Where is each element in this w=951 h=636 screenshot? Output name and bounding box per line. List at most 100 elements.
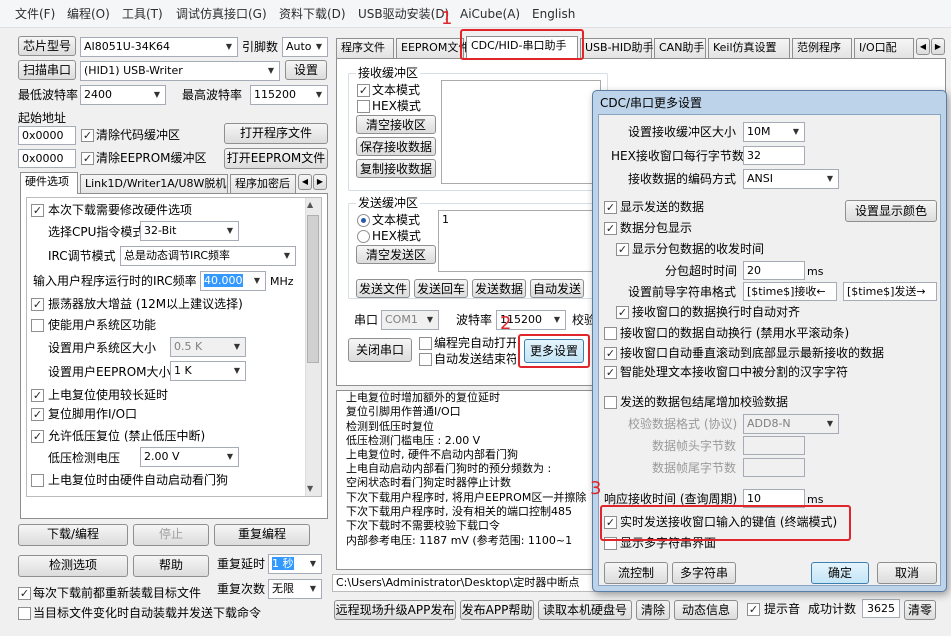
publish-help-button[interactable]: 发布APP帮助 (460, 600, 534, 620)
multi-string-button[interactable]: 多字符串 (672, 562, 736, 584)
scroll-up-icon[interactable]: ▲ (307, 200, 313, 209)
menu-tools[interactable]: 工具(T) (122, 6, 163, 22)
menu-usb-driver[interactable]: USB驱动安装(D) (358, 6, 449, 22)
tab-scroll-left-button[interactable]: ◀ (916, 38, 930, 55)
recv-hex-mode-checkbox[interactable] (357, 100, 370, 113)
tab-keil-sim[interactable]: Keil仿真设置 (708, 38, 790, 58)
tab-scroll-right-button[interactable]: ▶ (931, 38, 945, 55)
packet-timeout-input[interactable]: 20 (743, 261, 805, 280)
menu-aicube[interactable]: AiCube(A) (460, 6, 520, 22)
tab-cdc-hid-assistant[interactable]: CDC/HID-串口助手 (466, 36, 578, 58)
clear-receive-button[interactable]: 清空接收区 (356, 115, 436, 134)
receive-textarea[interactable] (441, 80, 601, 184)
osc-gain-checkbox[interactable]: ✓ (31, 298, 44, 311)
reset-io-checkbox[interactable]: ✓ (31, 408, 44, 421)
hex-bytes-input[interactable]: 32 (743, 146, 805, 165)
open-eeprom-button[interactable]: 打开EEPROM文件 (224, 148, 328, 169)
recv-text-mode-checkbox[interactable]: ✓ (357, 84, 370, 97)
add-checksum-checkbox[interactable] (604, 396, 617, 409)
send-hex-mode-radio[interactable] (357, 230, 370, 243)
read-disk-button[interactable]: 读取本机硬盘号 (538, 600, 632, 620)
show-sent-checkbox[interactable]: ✓ (604, 201, 617, 214)
send-file-button[interactable]: 发送文件 (356, 279, 410, 298)
tab-io-config[interactable]: I/O口配 (854, 38, 914, 58)
tab-scroll-left-button[interactable]: ◀ (298, 174, 312, 190)
cpu-mode-select[interactable]: 32-Bit ▼ (140, 221, 239, 241)
repeat-program-button[interactable]: 重复编程 (214, 524, 310, 546)
irc-freq-select[interactable]: 40.000 ▼ (200, 271, 266, 291)
scroll-down-icon[interactable]: ▼ (307, 484, 313, 493)
clear-code-checkbox[interactable]: ✓ (81, 129, 94, 142)
tab-can[interactable]: CAN助手 (654, 38, 706, 58)
recv-buf-size-select[interactable]: 10M ▼ (743, 122, 805, 142)
encoding-select[interactable]: ANSI ▼ (743, 169, 839, 189)
copy-receive-button[interactable]: 复制接收数据 (356, 159, 436, 178)
low-volt-select[interactable]: 2.00 V ▼ (140, 447, 239, 467)
frame-tail-input[interactable] (743, 458, 805, 477)
chip-model-button[interactable]: 芯片型号 (18, 36, 76, 56)
auto-reload-checkbox[interactable] (18, 607, 31, 620)
scan-port-button[interactable]: 扫描串口 (18, 60, 76, 80)
reload-each-checkbox[interactable]: ✓ (18, 587, 31, 600)
min-baud-select[interactable]: 2400 ▼ (80, 85, 166, 105)
tab-examples[interactable]: 范例程序 (792, 38, 852, 58)
auto-wrap-checkbox[interactable] (604, 327, 617, 340)
auto-scroll-checkbox[interactable]: ✓ (604, 347, 617, 360)
low-volt-reset-checkbox[interactable]: ✓ (31, 430, 44, 443)
auto-send-end-checkbox[interactable] (419, 353, 432, 366)
send-data-button[interactable]: 发送数据 (472, 279, 526, 298)
user-sys-size-select[interactable]: 0.5 K ▼ (170, 337, 246, 357)
tab-program-file[interactable]: 程序文件 (336, 38, 394, 58)
send-textarea[interactable]: 1 (438, 210, 601, 272)
remote-upgrade-button[interactable]: 远程现场升级APP发布 (334, 600, 456, 620)
eeprom-address-input[interactable]: 0x0000 (18, 149, 76, 168)
modify-hw-checkbox[interactable]: ✓ (31, 204, 44, 217)
user-sys-area-checkbox[interactable] (31, 319, 44, 332)
tab-usb-hid[interactable]: USB-HID助手 (580, 38, 654, 58)
checksum-format-select[interactable]: ADD8-N ▼ (743, 414, 839, 434)
serial-port-select[interactable]: COM1 ▼ (381, 310, 439, 330)
stop-button[interactable]: 停止 (133, 524, 209, 546)
menu-file[interactable]: 文件(F) (15, 6, 55, 22)
max-baud-select[interactable]: 115200 ▼ (250, 85, 328, 105)
clear-log-button[interactable]: 清除 (636, 600, 670, 620)
tab-eeprom-file[interactable]: EEPROM文件 (396, 38, 469, 58)
auto-open-checkbox[interactable] (419, 337, 432, 350)
open-program-button[interactable]: 打开程序文件 (224, 123, 328, 144)
prefix-send-input[interactable]: [$time$]发送→ (843, 282, 937, 301)
menu-english[interactable]: English (532, 6, 575, 22)
prefix-receive-input[interactable]: [$time$]接收← (743, 282, 837, 301)
tab-encrypt[interactable]: 程序加密后 (230, 174, 296, 194)
eeprom-size-select[interactable]: 1 K ▼ (170, 361, 246, 381)
port-select[interactable]: (HID1) USB-Writer ▼ (80, 61, 280, 81)
code-address-input[interactable]: 0x0000 (18, 126, 76, 145)
cancel-button[interactable]: 取消 (877, 562, 937, 584)
tab-link1d[interactable]: Link1D/Writer1A/U8W脱机 (80, 174, 228, 194)
recv-line-align-checkbox[interactable]: ✓ (616, 306, 629, 319)
tab-scroll-right-button[interactable]: ▶ (313, 174, 327, 190)
animation-info-button[interactable]: 动态信息 (674, 600, 738, 620)
menu-program[interactable]: 编程(O) (67, 6, 110, 22)
auto-send-button[interactable]: 自动发送 (530, 279, 584, 298)
check-options-button[interactable]: 检测选项 (18, 555, 128, 577)
send-text-mode-radio[interactable] (357, 214, 370, 227)
clear-count-button[interactable]: 清零 (904, 600, 936, 620)
repeat-delay-select[interactable]: 1 秒 ▼ (268, 554, 322, 574)
frame-head-input[interactable] (743, 436, 805, 455)
smart-chinese-checkbox[interactable]: ✓ (604, 366, 617, 379)
repeat-count-select[interactable]: 无限 ▼ (268, 579, 322, 599)
irc-mode-select[interactable]: 总是动态调节IRC频率 ▼ (120, 246, 296, 266)
chip-model-select[interactable]: AI8051U-34K64 ▼ (80, 37, 238, 57)
pin-count-select[interactable]: Auto ▼ (282, 37, 328, 57)
save-receive-button[interactable]: 保存接收数据 (356, 137, 436, 156)
help-button[interactable]: 帮助 (133, 555, 209, 577)
beep-checkbox[interactable]: ✓ (747, 603, 760, 616)
long-reset-checkbox[interactable]: ✓ (31, 389, 44, 402)
tab-hardware-options[interactable]: 硬件选项 (20, 172, 78, 194)
close-port-button[interactable]: 关闭串口 (348, 338, 412, 362)
flow-control-button[interactable]: 流控制 (604, 562, 668, 584)
clear-send-button[interactable]: 清空发送区 (356, 245, 436, 264)
ok-button[interactable]: 确定 (811, 562, 869, 584)
show-packet-time-checkbox[interactable]: ✓ (616, 243, 629, 256)
set-display-color-button[interactable]: 设置显示颜色 (845, 200, 937, 222)
